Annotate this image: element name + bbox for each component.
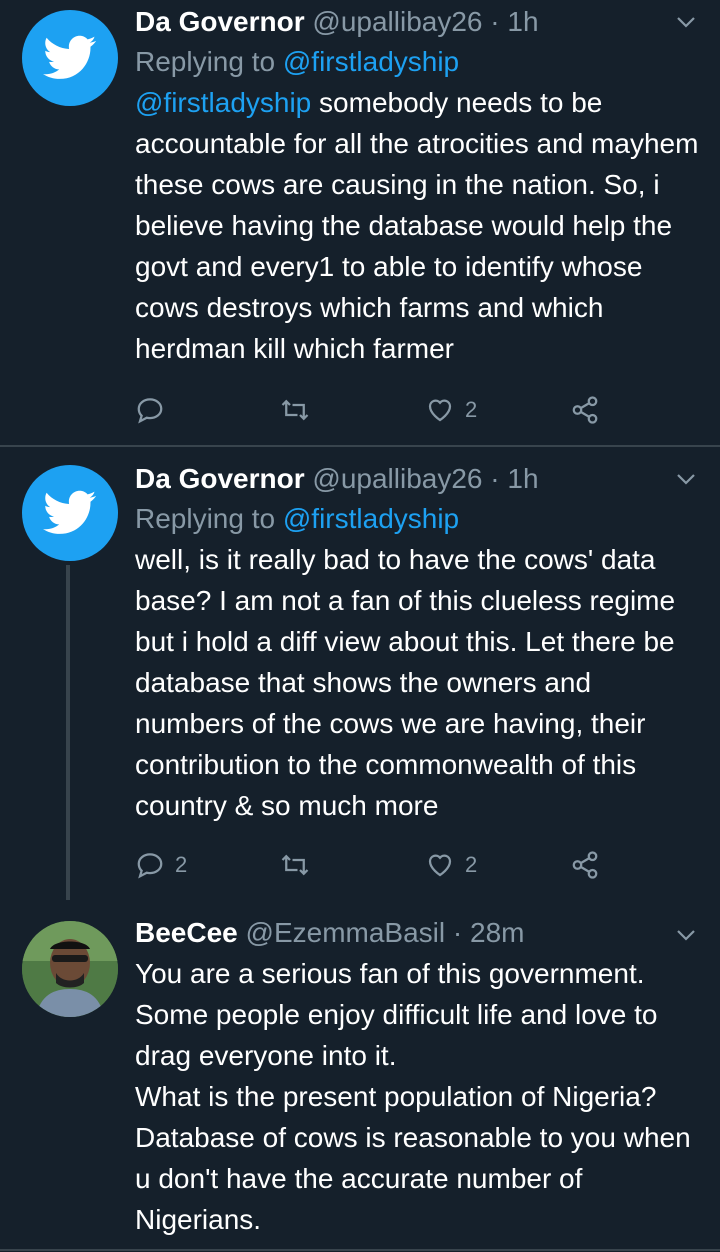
display-name[interactable]: Da Governor (135, 6, 305, 37)
retweet-button[interactable] (280, 390, 310, 430)
avatar-twitter-default[interactable] (22, 465, 118, 561)
chevron-down-icon[interactable] (674, 10, 698, 34)
user-handle[interactable]: @EzemmaBasil (246, 917, 446, 948)
reply-icon (137, 853, 163, 879)
reply-icon (137, 398, 163, 424)
like-count: 2 (465, 852, 478, 877)
timestamp[interactable]: 28m (470, 917, 524, 948)
retweet-button[interactable] (280, 845, 310, 885)
tweet-header: BeeCee @EzemmaBasil · 28m (135, 913, 700, 953)
like-button[interactable]: 2 (425, 390, 477, 430)
thread-line (66, 565, 70, 900)
user-photo-icon (22, 921, 118, 1017)
reply-button[interactable] (135, 390, 175, 430)
action-bar: 2 2 (135, 845, 605, 885)
replying-to-line: Replying to @firstladyship (135, 499, 700, 539)
twitter-bird-icon (43, 35, 97, 79)
tweet-text: @firstladyship somebody needs to be acco… (135, 82, 700, 369)
replying-to-mention[interactable]: @firstladyship (283, 503, 459, 534)
tweet-1[interactable]: Da Governor @upallibay26 · 1h Replying t… (0, 0, 720, 446)
chevron-down-icon[interactable] (674, 467, 698, 491)
user-handle[interactable]: @upallibay26 (312, 6, 482, 37)
avatar-twitter-default[interactable] (22, 10, 118, 106)
heart-icon (428, 854, 452, 877)
reply-button[interactable]: 2 (135, 845, 187, 885)
tweet-3[interactable]: BeeCee @EzemmaBasil · 28m You are a seri… (0, 905, 720, 1252)
retweet-icon (281, 399, 309, 421)
display-name[interactable]: Da Governor (135, 463, 305, 494)
separator-dot: · (490, 6, 500, 37)
tweet-header: Da Governor @upallibay26 · 1h (135, 2, 700, 42)
user-handle[interactable]: @upallibay26 (312, 463, 482, 494)
replying-to-line: Replying to @firstladyship (135, 42, 700, 82)
separator-dot: · (490, 463, 500, 494)
tweet-header: Da Governor @upallibay26 · 1h (135, 459, 700, 499)
tweet-body: somebody needs to be accountable for all… (135, 87, 707, 364)
replying-to-mention[interactable]: @firstladyship (283, 46, 459, 77)
like-count: 2 (465, 397, 478, 422)
timestamp[interactable]: 1h (507, 6, 538, 37)
bottom-divider (0, 1249, 720, 1251)
display-name[interactable]: BeeCee (135, 917, 238, 948)
tweet-text: You are a serious fan of this government… (135, 958, 691, 1235)
chevron-down-icon[interactable] (674, 923, 698, 947)
share-button[interactable] (570, 845, 600, 885)
timestamp[interactable]: 1h (507, 463, 538, 494)
tweet-2[interactable]: Da Governor @upallibay26 · 1h Replying t… (0, 447, 720, 900)
action-bar: 2 (135, 390, 605, 430)
like-button[interactable]: 2 (425, 845, 477, 885)
retweet-icon (281, 854, 309, 876)
twitter-bird-icon (43, 490, 97, 534)
reply-count: 2 (175, 852, 188, 877)
replying-to-label: Replying to (135, 46, 276, 77)
share-icon (572, 851, 598, 879)
share-icon (572, 396, 598, 424)
avatar-photo[interactable] (22, 921, 118, 1017)
share-button[interactable] (570, 390, 600, 430)
tweet-text: well, is it really bad to have the cows'… (135, 544, 683, 821)
replying-to-label: Replying to (135, 503, 276, 534)
text-mention[interactable]: @firstladyship (135, 87, 311, 118)
separator-dot: · (452, 917, 463, 948)
heart-icon (428, 399, 452, 422)
